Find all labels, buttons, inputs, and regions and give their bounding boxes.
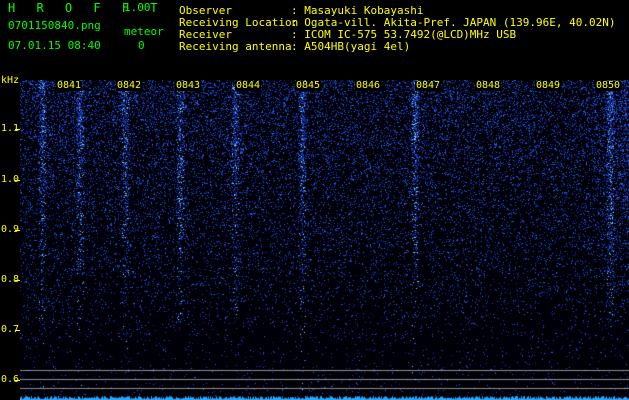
spectrogram-canvas xyxy=(20,80,629,400)
datetime: 07.01.15 08:40 xyxy=(8,39,101,52)
time-label: 0843 xyxy=(175,80,202,91)
time-label: 0848 xyxy=(475,80,502,91)
freq-tick-mark xyxy=(15,330,20,331)
meteor-count: 0 xyxy=(138,39,145,52)
freq-unit-label: kHz xyxy=(1,75,20,86)
app-version: 1.00 xyxy=(124,1,151,14)
time-label: 0850 xyxy=(595,80,622,91)
meteor-label: meteor xyxy=(124,25,164,38)
freq-tick-mark xyxy=(15,280,20,281)
freq-tick-mark xyxy=(15,230,20,231)
time-label: 0845 xyxy=(295,80,322,91)
freq-tick-mark xyxy=(15,380,20,381)
antenna-value: : A504HB(yagi 4el) xyxy=(291,40,411,53)
time-label: 0844 xyxy=(235,80,262,91)
filename: 0701150840.png xyxy=(8,19,101,32)
time-label: 0841 xyxy=(56,80,83,91)
time-label: 0847 xyxy=(415,80,442,91)
freq-tick-mark xyxy=(15,180,20,181)
antenna-label: Receiving antenna xyxy=(179,40,292,53)
freq-tick-mark xyxy=(15,129,20,130)
time-label: 0849 xyxy=(535,80,562,91)
time-label: 0846 xyxy=(355,80,382,91)
time-label: 0842 xyxy=(116,80,143,91)
